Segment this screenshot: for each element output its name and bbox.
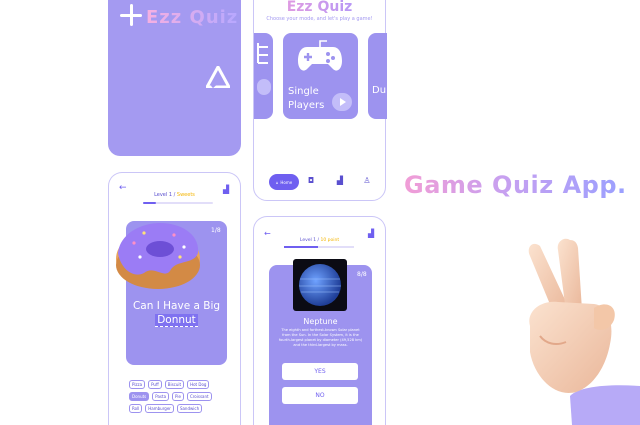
gamepad-icon	[298, 40, 342, 71]
question-counter: 1/8	[211, 227, 221, 234]
gamepad-nav-icon[interactable]: ◘	[306, 176, 316, 186]
answer-chip[interactable]: Roll	[129, 404, 143, 413]
answer-chip[interactable]: Biscuit	[164, 380, 185, 389]
donut-image	[116, 223, 200, 289]
answer-chip[interactable]: Croissant	[186, 392, 212, 401]
play-button[interactable]	[257, 79, 271, 95]
level-topic: Sweets	[176, 192, 195, 198]
profile-nav-icon[interactable]: ♙	[362, 176, 372, 186]
tree-icon	[257, 43, 268, 64]
answer-chip[interactable]: Pasta	[152, 392, 170, 401]
neptune-planet	[299, 264, 341, 306]
splash-screen: Ezz Quiz	[108, 0, 241, 156]
home-icon: ⌂	[275, 179, 279, 185]
home-subtitle: Choose your mode, and let's play a game!	[266, 16, 373, 22]
planet-description: The eighth and farthest-known Solar plan…	[278, 328, 363, 347]
stats-icon[interactable]: ▟	[368, 229, 374, 238]
stats-icon[interactable]: ▟	[223, 185, 229, 194]
mode-card-prev[interactable]	[254, 33, 273, 119]
plus-icon	[120, 4, 142, 26]
planet-name: Neptune	[303, 317, 338, 326]
home-screen: Ezz Quiz Choose your mode, and let's pla…	[253, 0, 387, 201]
bottom-nav: ⌂ Home ◘ ▟ ♙	[254, 172, 385, 194]
mode-card-label: Du	[372, 85, 387, 96]
planet-quiz-screen: ← Level 1 / 10 point ▟ 8/8 Neptune The e…	[253, 216, 386, 425]
answer-chip[interactable]: Puff	[148, 380, 162, 389]
planet-image	[293, 259, 347, 311]
answer-blank: Donnut	[155, 314, 198, 327]
progress-bar	[284, 246, 354, 248]
chart-nav-icon[interactable]: ▟	[335, 176, 345, 186]
level-label: Level 1 / Sweets	[154, 192, 195, 198]
answer-chip[interactable]: Pizza	[129, 380, 146, 389]
play-button[interactable]	[332, 93, 352, 111]
answer-chip[interactable]: Hamburger	[145, 404, 174, 413]
answer-chips: Pizza Puff Biscuit Hot Dog Donuts Pasta Pie Cro…	[129, 380, 224, 413]
mode-card-single[interactable]: Single Players	[283, 33, 358, 119]
play-triangle-icon	[206, 66, 230, 88]
peace-hand-illustration	[528, 238, 640, 425]
level-topic: 10 point	[320, 238, 340, 243]
mode-card-label: Single Players	[288, 86, 325, 111]
app-logo-text: Ezz Quiz	[146, 7, 239, 28]
question-text: Can I Have a Big Donnut	[132, 300, 221, 327]
answer-chip[interactable]: Donuts	[129, 392, 150, 401]
home-title: Ezz Quiz	[254, 0, 385, 15]
nav-home[interactable]: ⌂ Home	[269, 174, 299, 190]
yes-button[interactable]: YES	[282, 363, 358, 380]
mode-card-next[interactable]: Du	[368, 33, 387, 119]
donut-quiz-screen: ← Level 1 / Sweets ▟ 1/8 Can I Have a Bi…	[108, 172, 241, 425]
answer-chip[interactable]: Hot Dog	[187, 380, 210, 389]
nav-home-label: Home	[280, 179, 293, 185]
answer-chip[interactable]: Pie	[172, 392, 184, 401]
progress-bar	[143, 202, 213, 204]
level-label: Level 1 / 10 point	[299, 238, 340, 243]
question-counter: 8/8	[357, 271, 367, 278]
answer-chip[interactable]: Sandwich	[176, 404, 203, 413]
headline: Game Quiz App.	[404, 171, 627, 199]
back-arrow-icon[interactable]: ←	[264, 229, 271, 238]
no-button[interactable]: NO	[282, 387, 358, 404]
